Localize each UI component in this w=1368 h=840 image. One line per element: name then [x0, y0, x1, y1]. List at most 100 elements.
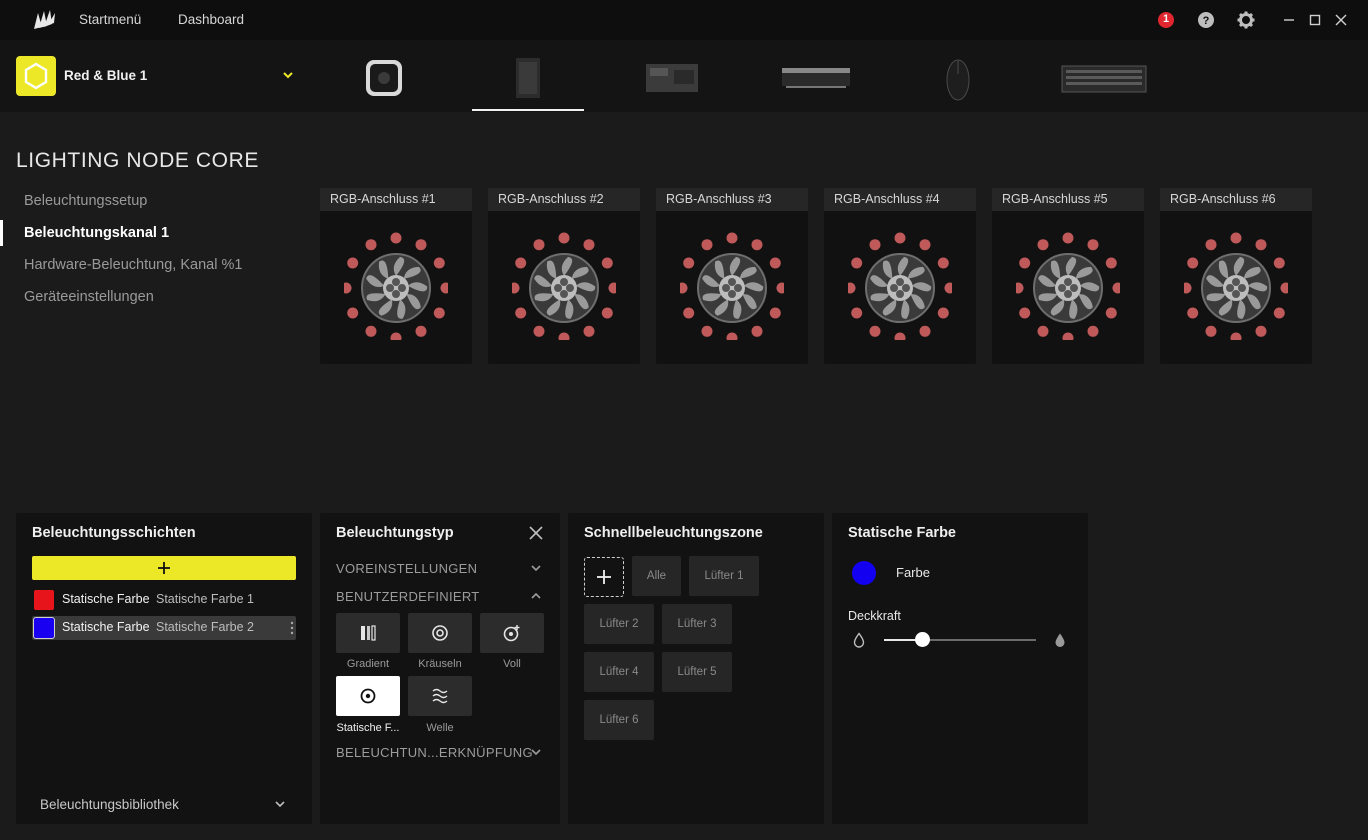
- led-dot: [683, 307, 695, 319]
- chevron-down-icon[interactable]: [281, 68, 295, 82]
- rgb-port-header: RGB-Anschluss #2: [488, 188, 640, 211]
- led-dot: [515, 307, 527, 319]
- layer-label: Statische Farbe 1: [156, 592, 254, 606]
- type-gradient-button[interactable]: [336, 613, 400, 653]
- close-icon[interactable]: [1332, 11, 1350, 29]
- device-keyboard[interactable]: [1060, 52, 1148, 104]
- led-dot: [894, 332, 906, 340]
- zone-fan-4[interactable]: Lüfter 4: [584, 652, 654, 692]
- zone-fan-3[interactable]: Lüfter 3: [662, 604, 732, 644]
- profile-avatar[interactable]: [16, 56, 56, 96]
- help-icon[interactable]: ?: [1197, 11, 1215, 29]
- section-custom[interactable]: BENUTZERDEFINIERT: [336, 589, 480, 604]
- svg-text:?: ?: [1203, 15, 1210, 27]
- zone-fan-2[interactable]: Lüfter 2: [584, 604, 654, 644]
- maximize-icon[interactable]: [1306, 11, 1324, 29]
- rgb-port-card[interactable]: RGB-Anschluss #1: [320, 188, 472, 364]
- type-full-button[interactable]: [480, 613, 544, 653]
- rgb-port-card[interactable]: RGB-Anschluss #5: [992, 188, 1144, 364]
- full-icon: [503, 625, 520, 642]
- type-label: Voll: [503, 658, 521, 670]
- led-dot: [1187, 307, 1199, 319]
- rgb-port-card[interactable]: RGB-Anschluss #4: [824, 188, 976, 364]
- led-dot: [919, 239, 931, 251]
- color-picker-swatch[interactable]: [852, 561, 876, 585]
- sidebar-item-lighting-channel[interactable]: Beleuchtungskanal 1: [24, 225, 169, 241]
- led-dot: [1019, 307, 1031, 319]
- section-lighting-link[interactable]: BELEUCHTUN...ERKNÜPFUNG: [336, 745, 533, 760]
- lighting-layers-panel: Beleuchtungsschichten Statische Farbe St…: [16, 513, 312, 824]
- fan-icon: [512, 232, 616, 340]
- wave-icon: [432, 688, 448, 704]
- led-dot: [769, 307, 781, 319]
- nav-dashboard[interactable]: Dashboard: [178, 12, 244, 27]
- plus-icon: [158, 562, 170, 574]
- device-mouse[interactable]: [940, 52, 976, 104]
- led-dot: [533, 325, 545, 337]
- led-dot: [515, 257, 527, 269]
- fan-icon: [344, 232, 448, 340]
- section-presets[interactable]: VOREINSTELLUNGEN: [336, 561, 477, 576]
- opacity-slider[interactable]: [884, 639, 1036, 641]
- led-dot: [608, 282, 616, 294]
- opacity-slider-knob[interactable]: [915, 632, 930, 647]
- minimize-icon[interactable]: [1280, 11, 1298, 29]
- plus-icon: [597, 570, 611, 584]
- close-icon[interactable]: [529, 526, 543, 540]
- fan-icon: [848, 232, 952, 340]
- layer-color-swatch: [34, 590, 54, 610]
- device-lighting-node-core[interactable]: [508, 52, 548, 104]
- zone-fan-6[interactable]: Lüfter 6: [584, 700, 654, 740]
- fan-icon: [1184, 232, 1288, 340]
- rgb-port-card[interactable]: RGB-Anschluss #2: [488, 188, 640, 364]
- led-dot: [1255, 325, 1267, 337]
- sidebar-item-device-settings[interactable]: Geräteeinstellungen: [24, 289, 154, 305]
- chevron-down-icon[interactable]: [274, 798, 286, 810]
- rgb-port-card[interactable]: RGB-Anschluss #6: [1160, 188, 1312, 364]
- type-label: Welle: [426, 722, 454, 734]
- rgb-port-card[interactable]: RGB-Anschluss #3: [656, 188, 808, 364]
- type-label: Kräuseln: [418, 658, 462, 670]
- layer-label: Statische Farbe 2: [156, 620, 254, 634]
- hexagon-icon: [24, 62, 48, 90]
- profile-name[interactable]: Red & Blue 1: [64, 68, 147, 83]
- led-dot: [680, 282, 688, 294]
- type-static-color-button[interactable]: [336, 676, 400, 716]
- led-dot: [894, 232, 906, 244]
- sidebar-item-hardware-lighting[interactable]: Hardware-Beleuchtung, Kanal %1: [24, 257, 242, 273]
- zone-all[interactable]: Alle: [632, 556, 681, 596]
- nav-startmenu[interactable]: Startmenü: [79, 12, 141, 27]
- more-options-icon[interactable]: [290, 621, 294, 635]
- device-cooler[interactable]: [362, 52, 406, 104]
- notification-badge[interactable]: 1: [1157, 11, 1175, 29]
- add-zone-button[interactable]: [584, 557, 624, 597]
- chevron-up-icon[interactable]: [530, 590, 542, 602]
- device-motherboard[interactable]: [644, 52, 700, 104]
- sidebar-item-lighting-setup[interactable]: Beleuchtungssetup: [24, 193, 147, 209]
- add-layer-button[interactable]: [32, 556, 296, 580]
- led-dot: [1019, 257, 1031, 269]
- type-wave-button[interactable]: [408, 676, 472, 716]
- layer-item-selected[interactable]: Statische Farbe Statische Farbe 2: [32, 616, 296, 640]
- lighting-library-toggle[interactable]: Beleuchtungsbibliothek: [40, 797, 179, 812]
- led-dot: [1255, 239, 1267, 251]
- type-ripple-button[interactable]: [408, 613, 472, 653]
- rgb-port-header: RGB-Anschluss #5: [992, 188, 1144, 211]
- led-dot: [390, 332, 402, 340]
- led-dot: [583, 239, 595, 251]
- layer-item[interactable]: Statische Farbe Statische Farbe 1: [32, 588, 296, 612]
- static-color-icon: [360, 688, 376, 704]
- zone-fan-1[interactable]: Lüfter 1: [689, 556, 759, 596]
- led-dot: [1087, 239, 1099, 251]
- corsair-logo-icon: [34, 10, 55, 29]
- gear-icon[interactable]: [1237, 11, 1255, 29]
- chevron-down-icon[interactable]: [530, 562, 542, 574]
- led-dot: [751, 325, 763, 337]
- led-dot: [1105, 307, 1117, 319]
- led-dot: [1230, 232, 1242, 244]
- led-dot: [347, 307, 359, 319]
- device-ram[interactable]: [780, 52, 852, 104]
- zone-fan-5[interactable]: Lüfter 5: [662, 652, 732, 692]
- rgb-port-header: RGB-Anschluss #3: [656, 188, 808, 211]
- chevron-down-icon[interactable]: [530, 746, 542, 758]
